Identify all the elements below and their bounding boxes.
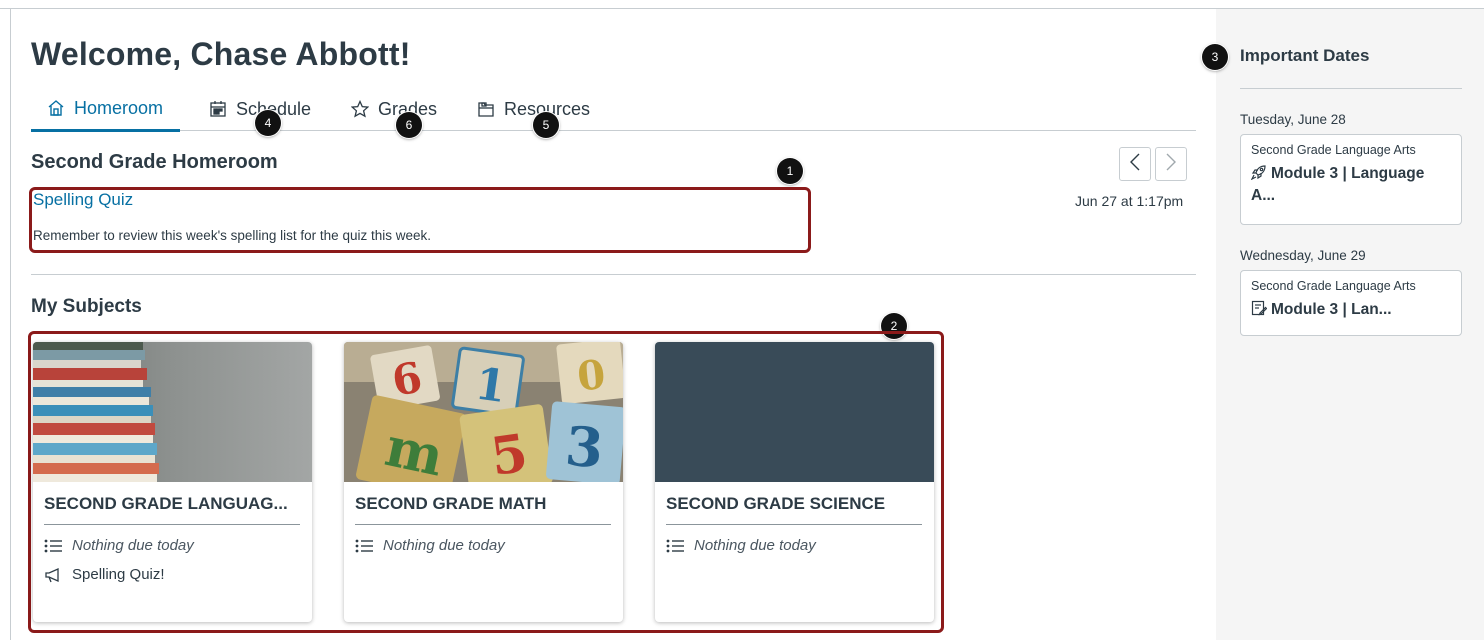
subject-card-title[interactable]: SECOND GRADE MATH: [355, 494, 611, 525]
important-dates-sidebar: 3 Important Dates Tuesday, June 28 Secon…: [1202, 9, 1484, 640]
subject-card-title[interactable]: SECOND GRADE SCIENCE: [666, 494, 922, 525]
previous-button[interactable]: [1119, 147, 1151, 181]
announcement-date: Jun 27 at 1:17pm: [1075, 193, 1184, 209]
subject-status-text: Nothing due today: [694, 537, 816, 554]
subject-status: Nothing due today: [355, 537, 505, 554]
chevron-left-icon: [1128, 152, 1142, 177]
next-button[interactable]: [1155, 147, 1187, 181]
subject-card-title[interactable]: SECOND GRADE LANGUAG...: [44, 494, 300, 525]
main-content: Welcome, Chase Abbott! Homeroom Schedule…: [11, 9, 1216, 640]
page-title: Welcome, Chase Abbott!: [31, 36, 411, 72]
subject-status: Nothing due today: [44, 537, 194, 554]
important-date-course: Second Grade Language Arts: [1251, 143, 1416, 157]
tab-grades[interactable]: Grades: [350, 87, 437, 131]
subject-status-text: Nothing due today: [383, 537, 505, 554]
important-date-item[interactable]: Second Grade Language Arts Module 3 | La…: [1240, 270, 1462, 336]
tab-homeroom-label: Homeroom: [74, 97, 164, 118]
books-image: [33, 342, 312, 482]
announcement-highlight: [29, 187, 811, 253]
important-date-item[interactable]: Second Grade Language Arts Module 3 | La…: [1240, 134, 1462, 225]
blocks-image: 6 1 0 m 5 3: [344, 342, 623, 482]
important-dates-title: Important Dates: [1240, 46, 1370, 65]
chevron-right-icon: [1164, 152, 1178, 177]
tab-homeroom[interactable]: Homeroom: [31, 87, 181, 132]
subjects-title: My Subjects: [31, 296, 142, 317]
svg-text:m: m: [380, 414, 449, 482]
calendar-icon: [209, 100, 227, 118]
megaphone-icon: [44, 567, 62, 583]
important-date-heading: Wednesday, June 29: [1240, 248, 1366, 263]
important-date-title[interactable]: Module 3 | Language A...: [1250, 163, 1451, 207]
tab-bar: Homeroom Schedule Grades Resources: [31, 87, 1196, 132]
homeroom-title: Second Grade Homeroom: [31, 151, 278, 173]
callout-badge-5: 5: [533, 112, 559, 138]
subject-card-science[interactable]: SECOND GRADE SCIENCE Nothing due today: [655, 342, 934, 622]
important-date-heading: Tuesday, June 28: [1240, 112, 1346, 127]
announcement-title-link[interactable]: Spelling Quiz: [33, 190, 133, 210]
home-icon: [47, 99, 65, 117]
assignment-icon: [1251, 300, 1268, 316]
subject-card-math[interactable]: 6 1 0 m 5 3 SECOND GRADE MATH Nothing du…: [344, 342, 623, 622]
important-date-course: Second Grade Language Arts: [1251, 279, 1416, 293]
subject-status: Nothing due today: [666, 537, 816, 554]
subject-announcement-text: Spelling Quiz!: [72, 566, 165, 583]
sidebar-divider: [1240, 88, 1462, 89]
folder-icon: [477, 100, 495, 118]
solid-color-hero: [655, 342, 934, 482]
section-divider: [31, 274, 1196, 275]
announcement-pager: [1119, 147, 1187, 181]
list-icon: [355, 538, 373, 554]
callout-badge-3: 3: [1202, 44, 1228, 70]
star-icon: [350, 99, 370, 118]
important-date-title[interactable]: Module 3 | Lan...: [1251, 299, 1451, 321]
subject-status-text: Nothing due today: [72, 537, 194, 554]
subject-announcement[interactable]: Spelling Quiz!: [44, 566, 165, 583]
callout-badge-1: 1: [777, 158, 803, 184]
svg-text:3: 3: [563, 414, 606, 481]
svg-text:0: 0: [575, 351, 608, 401]
subject-card-language-arts[interactable]: SECOND GRADE LANGUAG... Nothing due toda…: [33, 342, 312, 622]
list-icon: [666, 538, 684, 554]
rocket-icon: [1250, 164, 1267, 181]
announcement-body: Remember to review this week's spelling …: [33, 228, 431, 243]
callout-badge-6: 6: [396, 112, 422, 138]
list-icon: [44, 538, 62, 554]
callout-badge-4: 4: [255, 110, 281, 136]
